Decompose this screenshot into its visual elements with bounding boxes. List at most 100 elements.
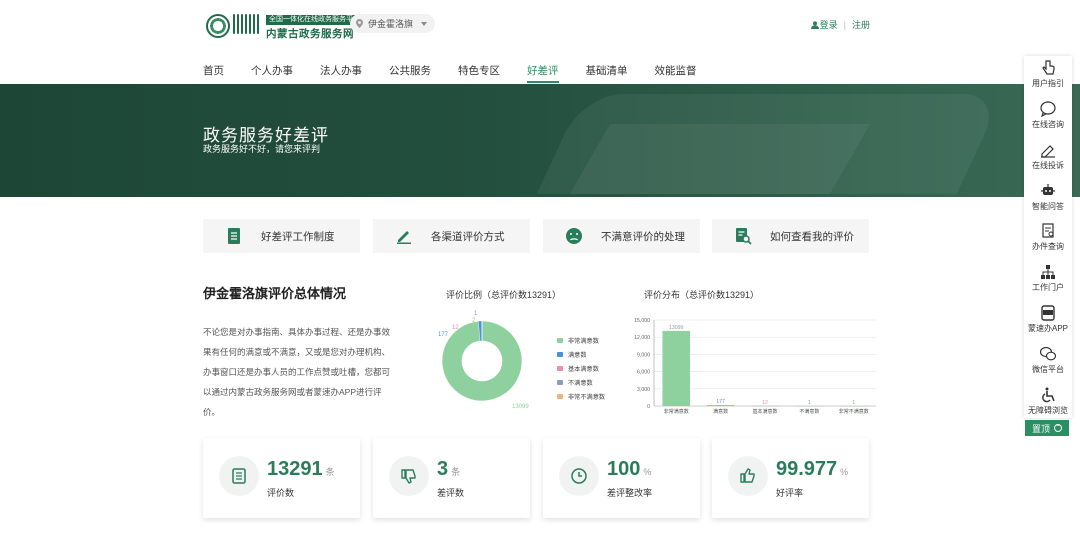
- nav-item-evaluation[interactable]: 好差评: [527, 63, 559, 83]
- edit-icon: [1041, 145, 1055, 158]
- back-to-top-button[interactable]: 置顶 ⌃: [1025, 420, 1069, 436]
- y-tick-label: 15,000: [634, 318, 650, 324]
- main-nav: 首页 个人办事 法人办事 公共服务 特色专区 好差评 基础清单 效能监督: [203, 63, 724, 83]
- bar[interactable]: [662, 330, 690, 406]
- chat-bubble-icon: [1040, 101, 1056, 117]
- stat-label: 评价数: [267, 488, 295, 498]
- bar-data-label: 1: [852, 400, 855, 406]
- app-icon: [1041, 305, 1055, 321]
- stat-label: 差评整改率: [607, 488, 653, 498]
- document-search-icon: [736, 228, 752, 245]
- sidebar-label: 在线咨询: [1032, 120, 1064, 129]
- sidebar-label: 用户指引: [1032, 79, 1064, 88]
- sad-face-icon: [566, 228, 582, 244]
- y-tick-label: 12,000: [634, 335, 650, 341]
- tab-work-system[interactable]: 好差评工作制度: [203, 219, 360, 253]
- stat-label: 差评数: [437, 488, 465, 498]
- location-pin-icon: [356, 19, 363, 28]
- nav-item-special-zone[interactable]: 特色专区: [458, 63, 500, 83]
- stat-card-positive: 99.977% 好评率: [712, 438, 869, 518]
- login-link[interactable]: 登录: [810, 18, 838, 31]
- sidebar-label: 工作门户: [1032, 283, 1064, 292]
- wechat-icon: [1039, 346, 1057, 361]
- sidebar-label: 在线投诉: [1032, 161, 1064, 170]
- nav-item-home[interactable]: 首页: [203, 63, 224, 83]
- legend-label[interactable]: 不满意数: [568, 379, 594, 387]
- pie-data-label: 177: [438, 332, 449, 338]
- site-name[interactable]: 内蒙古政务服务网: [266, 26, 354, 41]
- nav-item-basic-list[interactable]: 基础清单: [586, 63, 628, 83]
- bar-data-label: 1: [808, 400, 811, 406]
- tab-label: 各渠道评价方式: [431, 230, 505, 243]
- tab-view-my-evaluation[interactable]: 如何查看我的评价: [712, 219, 869, 253]
- document-icon: [228, 228, 240, 244]
- sidebar-item-work-portal[interactable]: 工作门户: [1024, 264, 1072, 293]
- sidebar-item-accessibility[interactable]: 无障碍浏览: [1024, 387, 1072, 416]
- banner-decoration: [569, 124, 871, 194]
- sidebar-item-consult[interactable]: 在线咨询: [1024, 101, 1072, 130]
- stat-label: 好评率: [776, 488, 804, 498]
- sidebar-label: 微信平台: [1032, 365, 1064, 374]
- document-search-icon: [1042, 223, 1054, 238]
- back-to-top-label: 置顶: [1031, 423, 1050, 434]
- pie-data-label: 13099: [512, 404, 529, 410]
- sidebar-label: 办件查询: [1032, 242, 1064, 251]
- site-header: 全国一体化在线政务服务平台 内蒙古政务服务网 伊金霍洛旗 登录 | 注册 首页 …: [0, 0, 1080, 84]
- bar-data-label: 12: [762, 400, 768, 406]
- pie-chart-title: 评价比例（总评价数13291）: [446, 290, 562, 300]
- tab-dissatisfied-handling[interactable]: 不满意评价的处理: [543, 219, 700, 253]
- hand-pointer-icon: [1042, 60, 1055, 75]
- sidebar-item-wechat[interactable]: 微信平台: [1024, 346, 1072, 375]
- stat-unit: 条: [325, 467, 335, 477]
- overview-description: 不论您是对办事指南、具体办事过程、还是办事效果有任何的满意或不满意，又或是您对办…: [203, 327, 391, 417]
- register-link[interactable]: 注册: [852, 18, 870, 31]
- sidebar-label: 蒙速办APP: [1027, 324, 1068, 333]
- bar[interactable]: [706, 404, 735, 406]
- pen-icon: [397, 231, 411, 244]
- pie-data-label: 1: [474, 311, 478, 317]
- legend-swatch: [557, 352, 563, 357]
- nav-item-supervision[interactable]: 效能监督: [655, 63, 697, 83]
- nav-item-public-service[interactable]: 公共服务: [389, 63, 431, 83]
- sidebar-item-user-guide[interactable]: 用户指引: [1024, 60, 1072, 89]
- sidebar-item-smart-qa[interactable]: 智能问答: [1024, 183, 1072, 212]
- divider: |: [843, 19, 846, 30]
- stat-card-rectification: 100% 差评整改率: [543, 438, 700, 518]
- stat-value: 13291: [267, 458, 323, 480]
- emblem-icon[interactable]: [206, 14, 230, 38]
- page-subtitle: 政务服务好不好，请您来评判: [203, 144, 321, 154]
- x-tick-label: 非常不满意数: [839, 408, 869, 415]
- stat-value: 3: [437, 458, 449, 480]
- thumbs-up-icon: [728, 456, 768, 496]
- hero-banner: [0, 84, 1080, 197]
- thumbs-down-icon: [389, 456, 429, 496]
- y-tick-label: 6,000: [637, 370, 650, 376]
- arrow-up-icon: ⌃: [1054, 424, 1062, 432]
- nav-item-personal[interactable]: 个人办事: [251, 63, 293, 83]
- x-tick-label: 非常满意数: [664, 408, 689, 415]
- sidebar-item-complaint[interactable]: 在线投诉: [1024, 142, 1072, 171]
- stat-unit: %: [643, 467, 652, 477]
- logo-tag: 全国一体化在线政务服务平台: [266, 15, 363, 25]
- robot-icon: [1041, 184, 1055, 195]
- legend-label[interactable]: 非常不满意数: [568, 393, 606, 401]
- nav-item-legal-entity[interactable]: 法人办事: [320, 63, 362, 83]
- clock-icon: [559, 456, 599, 496]
- y-tick-label: 0: [647, 404, 650, 410]
- sidebar-item-app[interactable]: 蒙速办APP: [1024, 305, 1072, 334]
- legend-label[interactable]: 满意数: [568, 351, 587, 359]
- org-chart-icon: [1041, 265, 1055, 279]
- region-selector[interactable]: 伊金霍洛旗: [350, 14, 435, 33]
- legend-label[interactable]: 非常满意数: [568, 337, 600, 345]
- pie-data-label: 12: [452, 325, 459, 331]
- bar-data-label: 177: [716, 399, 725, 405]
- wheelchair-icon: [1042, 387, 1055, 403]
- legend-label[interactable]: 基本满意数: [568, 365, 600, 373]
- sidebar-label: 无障碍浏览: [1028, 406, 1068, 415]
- bar-chart: 0 3,000 6,000 9,000 12,000 15,000 13099 非常满意数 17…: [634, 318, 876, 415]
- tab-label: 不满意评价的处理: [601, 230, 685, 243]
- tab-channel-methods[interactable]: 各渠道评价方式: [373, 219, 530, 253]
- sidebar-item-case-query[interactable]: 办件查询: [1024, 223, 1072, 252]
- stat-unit: 条: [451, 467, 461, 477]
- auth-links: 登录 | 注册: [810, 18, 870, 31]
